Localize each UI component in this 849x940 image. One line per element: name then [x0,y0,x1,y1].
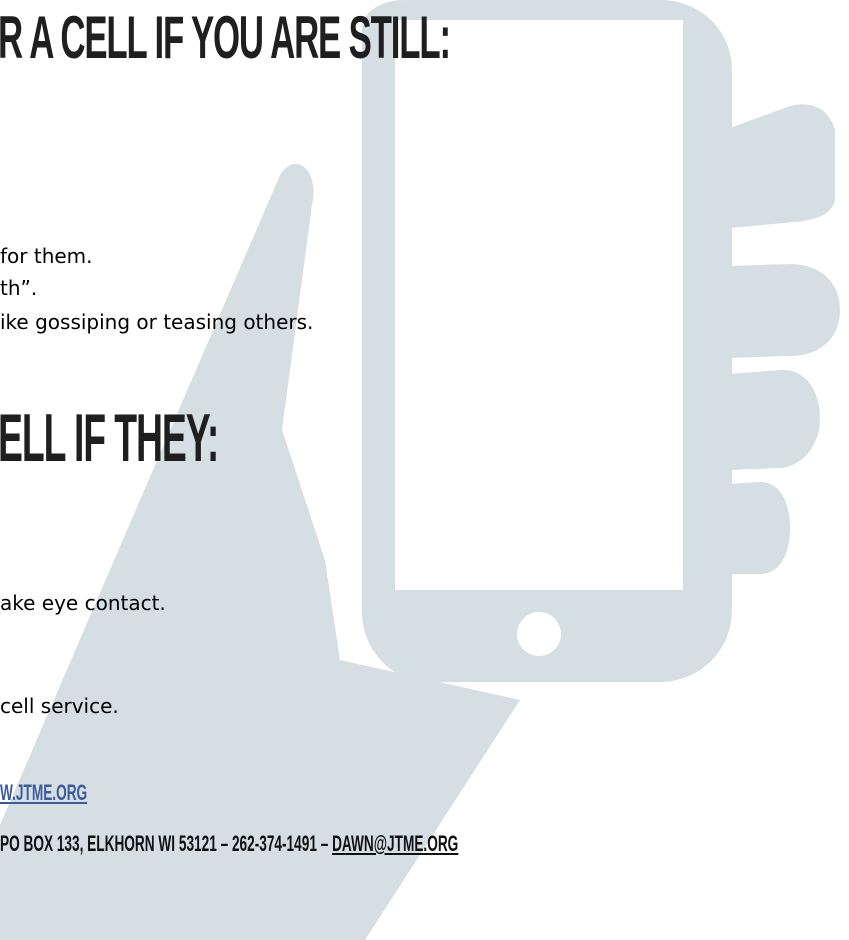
page-content: R A CELL IF YOU ARE STILL: for them. th”… [0,0,849,940]
section-heading: R A CELL IF YOU ARE STILL: [0,4,451,71]
list-item: for them. [0,244,93,268]
list-item: th”. [0,276,38,300]
contact-line: PO BOX 133, ELKHORN WI 53121 – 262-374-1… [0,831,458,857]
section-heading: ELL IF THEY: [0,400,219,476]
website-link[interactable]: W.JTME.ORG [0,780,87,806]
email-link[interactable]: DAWN@JTME.ORG [332,831,458,856]
list-item: ake eye contact. [0,591,166,615]
list-item: cell service. [0,694,119,718]
address-text: PO BOX 133, ELKHORN WI 53121 – 262-374-1… [0,831,333,856]
list-item: ike gossiping or teasing others. [0,310,314,334]
